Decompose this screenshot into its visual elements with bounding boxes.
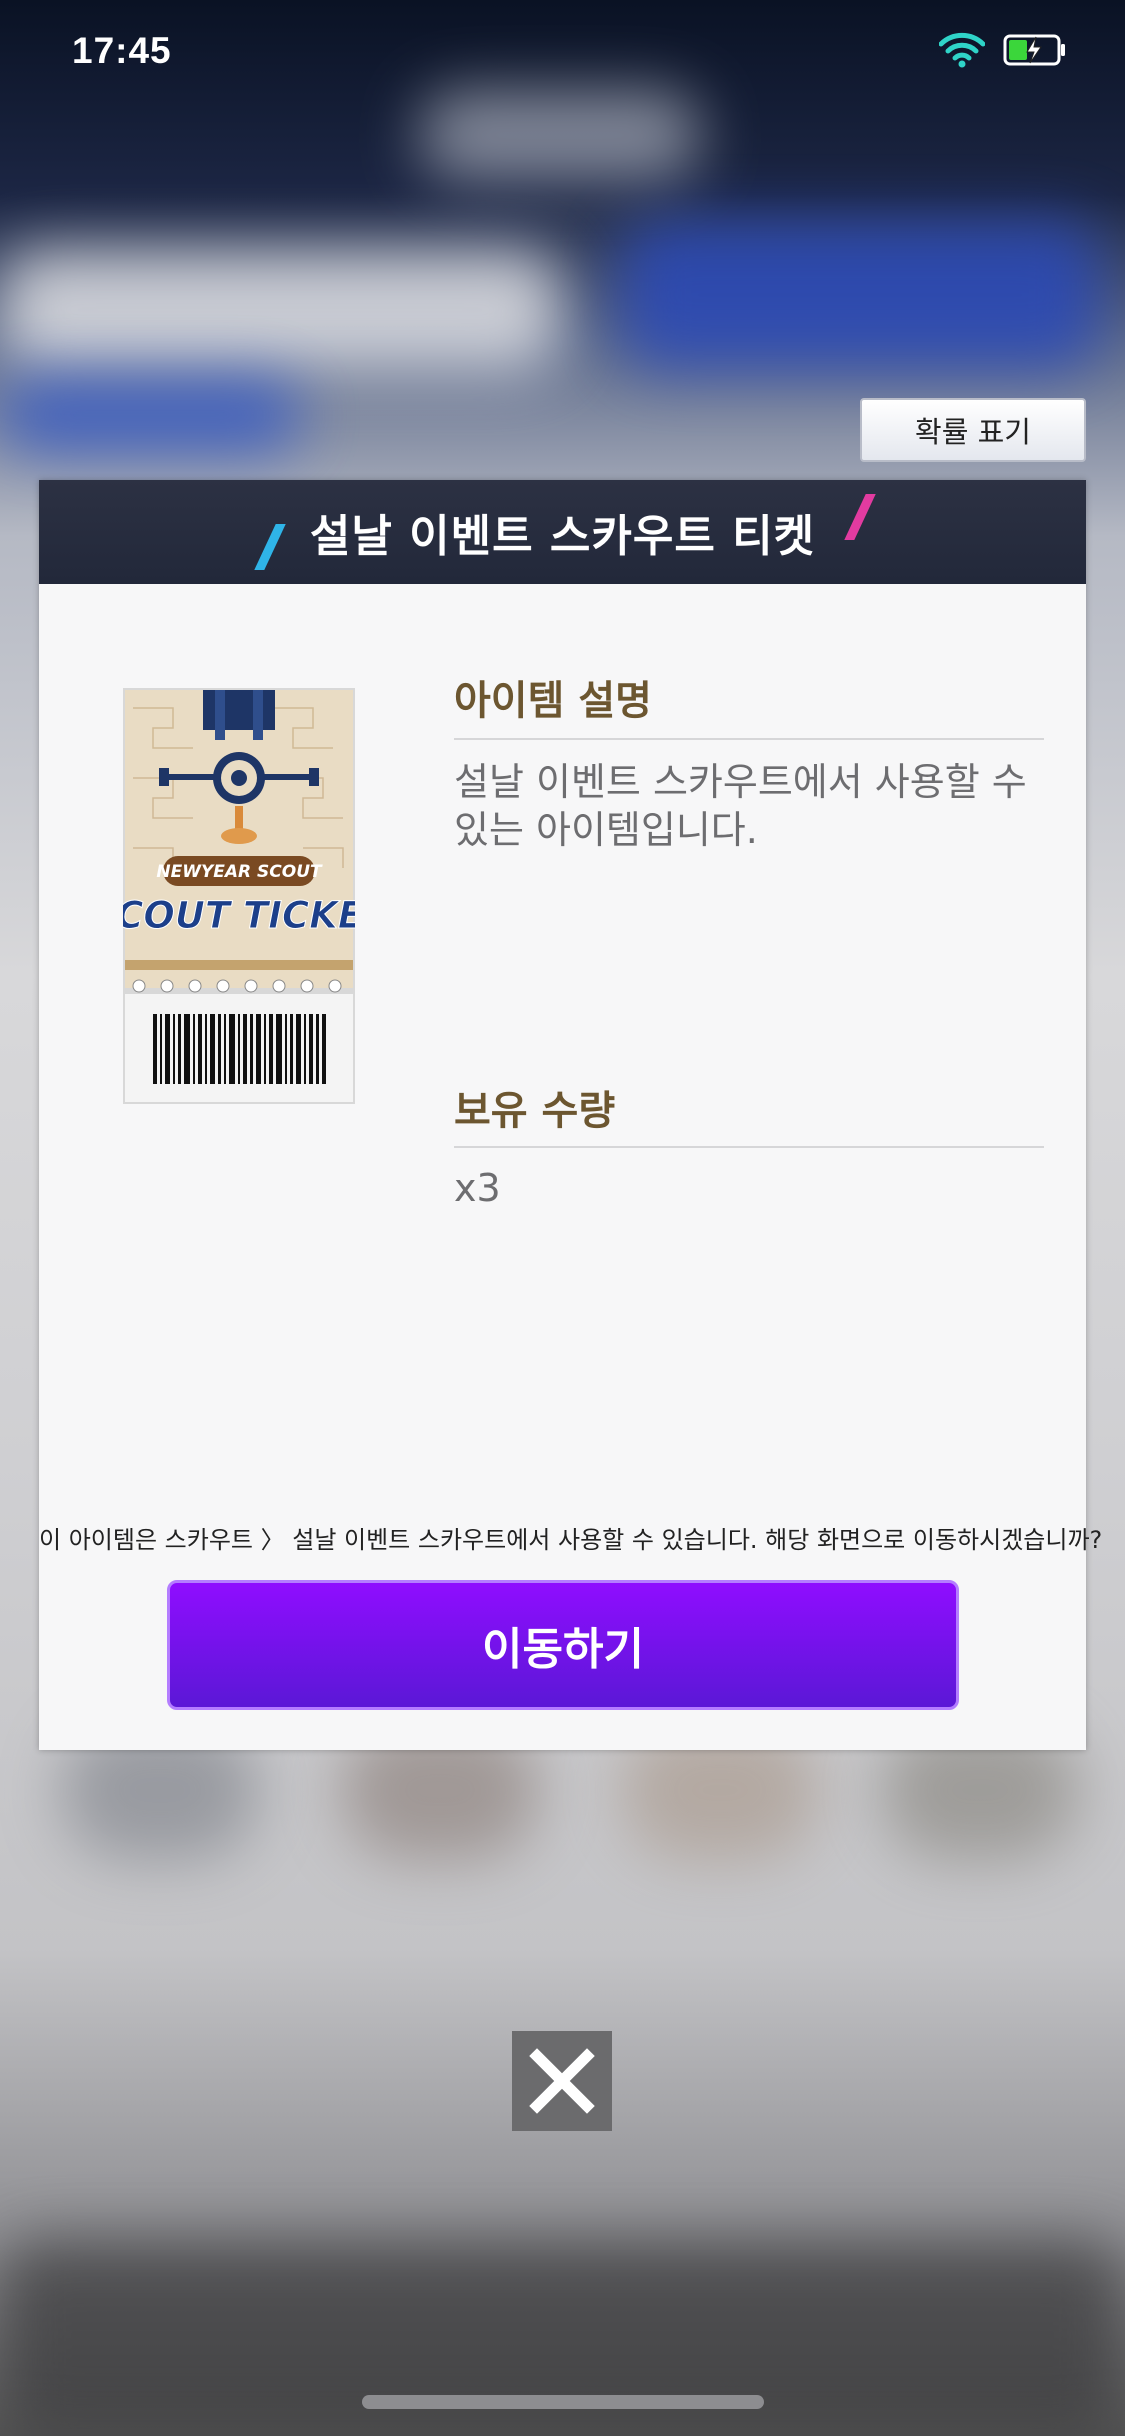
scout-ticket-image: NEWYEAR SCOUT SCOUT TICKET [123, 688, 355, 1104]
status-time: 17:45 [72, 30, 172, 71]
close-button[interactable] [512, 2031, 612, 2131]
close-icon [529, 2048, 595, 2114]
slash-decoration-left [254, 524, 286, 570]
battery-charging-icon [1003, 34, 1065, 66]
dialog-header: 설날 이벤트 스카우트 티켓 [39, 480, 1086, 584]
dialog-title: 설날 이벤트 스카우트 티켓 [309, 511, 816, 562]
ticket-subtitle-text: NEWYEAR SCOUT [156, 862, 323, 882]
ticket-title-text: SCOUT TICKET [123, 894, 355, 937]
quantity-divider [454, 1146, 1044, 1148]
go-button[interactable]: 이동하기 [167, 1580, 959, 1710]
slash-decoration-right [844, 494, 876, 540]
quantity-label: 보유 수량 [454, 1088, 616, 1134]
description-text: 설날 이벤트 스카우트에서 사용할 수 있는 아이템입니다. [454, 760, 1027, 852]
wifi-icon [939, 32, 985, 68]
description-label: 아이템 설명 [454, 678, 652, 724]
home-indicator[interactable] [362, 2395, 764, 2409]
quantity-value: x3 [454, 1166, 501, 1210]
navigation-notice: 이 아이템은 스카우트 〉 설날 이벤트 스카우트에서 사용할 수 있습니다. … [39, 1526, 1103, 1554]
description-divider [454, 738, 1044, 740]
probability-button[interactable]: 확률 표기 [860, 398, 1086, 462]
status-icons [939, 32, 1067, 68]
item-dialog: 설날 이벤트 스카우트 티켓 NEWYEAR SCOUT SCOUT TICKE… [39, 480, 1103, 1750]
